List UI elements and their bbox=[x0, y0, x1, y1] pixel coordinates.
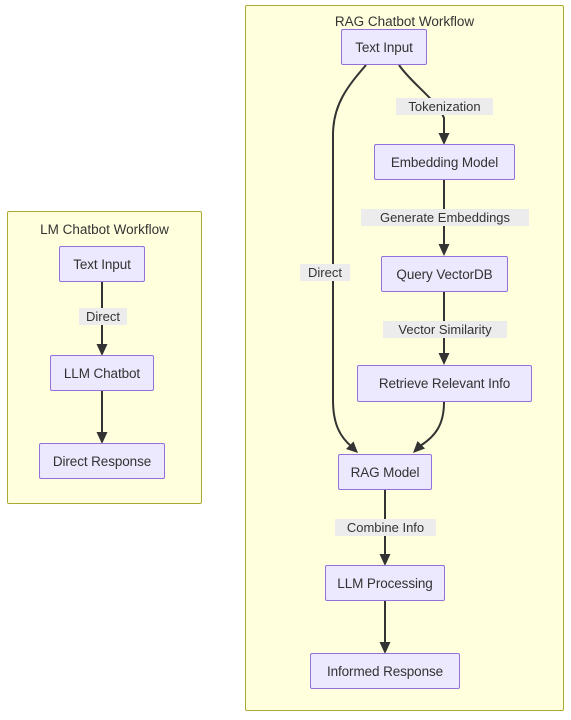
flowchart-diagram: LM Chatbot Workflow Text Input LLM Chatb… bbox=[0, 0, 571, 720]
edge-label-rag-tokenization: Tokenization bbox=[396, 98, 493, 115]
node-rag-query-vectordb[interactable]: Query VectorDB bbox=[381, 256, 508, 292]
node-rag-embedding-model[interactable]: Embedding Model bbox=[374, 144, 515, 180]
node-rag-text-input[interactable]: Text Input bbox=[341, 29, 427, 65]
node-lm-direct-response[interactable]: Direct Response bbox=[39, 443, 165, 479]
subgraph-title-rag: RAG Chatbot Workflow bbox=[334, 14, 475, 29]
edge-label-lm-direct: Direct bbox=[79, 308, 127, 325]
edge-label-rag-combine-info: Combine Info bbox=[335, 519, 436, 536]
node-rag-llm-processing[interactable]: LLM Processing bbox=[325, 565, 445, 601]
subgraph-title-lm: LM Chatbot Workflow bbox=[40, 222, 169, 237]
edge-label-rag-generate-embeddings: Generate Embeddings bbox=[361, 209, 529, 226]
node-rag-rag-model[interactable]: RAG Model bbox=[338, 454, 432, 490]
node-lm-llm-chatbot[interactable]: LLM Chatbot bbox=[50, 355, 154, 391]
node-rag-informed-response[interactable]: Informed Response bbox=[310, 653, 460, 689]
edge-label-rag-vector-similarity: Vector Similarity bbox=[383, 321, 507, 338]
edge-label-rag-direct: Direct bbox=[300, 264, 350, 281]
node-lm-text-input[interactable]: Text Input bbox=[59, 246, 145, 282]
node-rag-retrieve-relevant-info[interactable]: Retrieve Relevant Info bbox=[357, 365, 532, 402]
